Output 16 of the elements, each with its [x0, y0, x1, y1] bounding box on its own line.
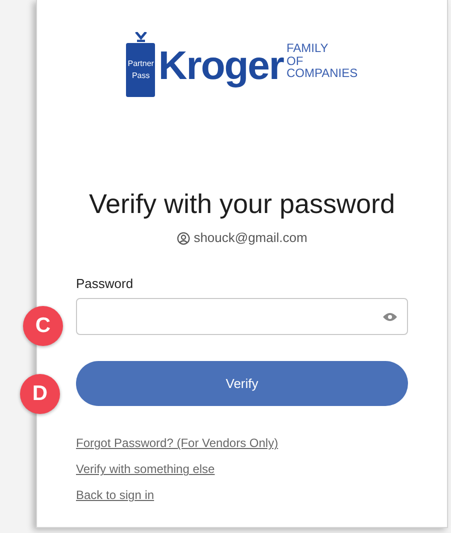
field-label: Password	[76, 274, 134, 293]
verify-button[interactable]: Verify	[76, 361, 408, 406]
partner-pass-badge: Partner Pass	[126, 42, 156, 96]
callout-marker: C	[23, 306, 63, 346]
page-title: Verify with your password	[88, 188, 396, 220]
password-field[interactable]	[76, 298, 408, 336]
eye-icon[interactable]	[383, 312, 397, 322]
logo-tagline: FAMILY OF COMPANIES	[286, 42, 358, 80]
clip-icon	[134, 32, 147, 42]
account-email: shouck@gmail.com	[194, 229, 308, 248]
user-icon	[176, 232, 190, 245]
text-link[interactable]: Verify with something else	[76, 460, 408, 478]
logo-wordmark: Kroger	[158, 46, 284, 86]
text-link[interactable]: Forgot Password? (For Vendors Only)	[76, 434, 408, 452]
callout-marker: D	[20, 374, 60, 414]
text-link[interactable]: Back to sign in	[76, 486, 408, 504]
